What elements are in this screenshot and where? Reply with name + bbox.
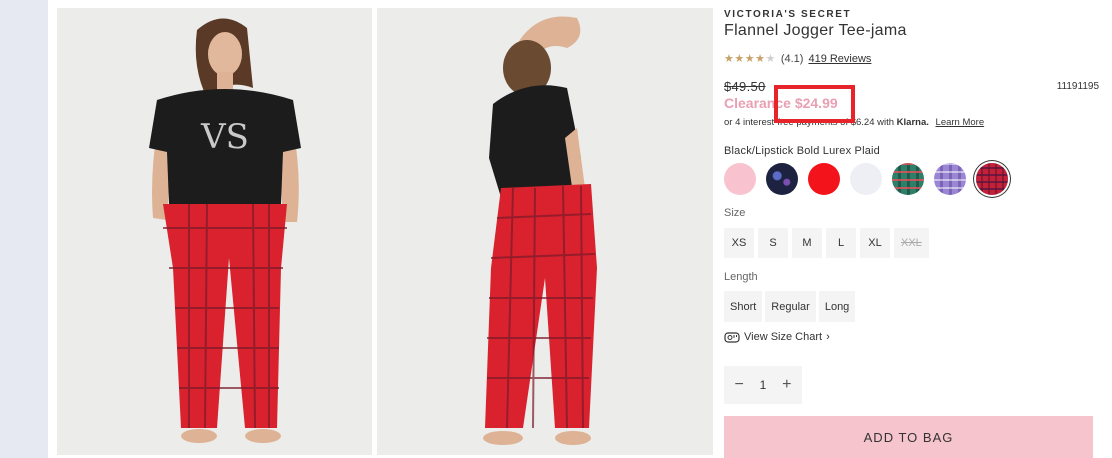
svg-text:VS: VS bbox=[200, 117, 249, 157]
swatch-purple-plaid[interactable] bbox=[934, 163, 966, 195]
swatch-pink[interactable] bbox=[724, 163, 756, 195]
original-price: $49.50 bbox=[724, 79, 766, 94]
swatch-black-galaxy[interactable] bbox=[766, 163, 798, 195]
star-filled-icon: ★★★★ bbox=[724, 53, 766, 65]
size-xxl-button[interactable]: XXL bbox=[894, 228, 929, 258]
product-image-front[interactable]: VS bbox=[57, 8, 372, 455]
klarna-installments: or 4 interest-free payments of $6.24 wit… bbox=[724, 117, 984, 128]
length-regular-button[interactable]: Regular bbox=[765, 291, 816, 322]
size-m-button[interactable]: M bbox=[792, 228, 822, 258]
length-options: Short Regular Long bbox=[724, 291, 856, 322]
swatch-red[interactable] bbox=[808, 163, 840, 195]
star-empty-icon: ★ bbox=[765, 53, 776, 65]
color-swatches bbox=[724, 163, 1008, 195]
size-options: XS S M L XL XXL bbox=[724, 228, 929, 258]
rating-stars: ★★★★★ bbox=[724, 52, 776, 65]
sale-price: Clearance $24.99 bbox=[724, 95, 838, 111]
size-chart-label: View Size Chart bbox=[744, 331, 823, 343]
product-title: Flannel Jogger Tee-jama bbox=[724, 22, 907, 39]
chevron-right-icon: › bbox=[826, 331, 830, 343]
swatch-white[interactable] bbox=[850, 163, 882, 195]
size-xl-button[interactable]: XL bbox=[860, 228, 890, 258]
rating-value: (4.1) bbox=[780, 52, 804, 65]
klarna-text: or 4 interest-free payments of $6.24 wit… bbox=[724, 117, 895, 128]
quantity-decrease-button[interactable]: − bbox=[729, 376, 749, 394]
product-image-back[interactable] bbox=[377, 8, 713, 455]
size-xs-button[interactable]: XS bbox=[724, 228, 754, 258]
reviews-link[interactable]: 419 Reviews bbox=[808, 53, 871, 65]
quantity-increase-button[interactable]: + bbox=[777, 376, 797, 394]
length-short-button[interactable]: Short bbox=[724, 291, 763, 322]
product-page: VS VICTORIA'S SECRET Flannel Jogger Tee-… bbox=[48, 0, 1112, 458]
brand-name: VICTORIA'S SECRET bbox=[724, 9, 852, 20]
swatch-green-plaid[interactable] bbox=[892, 163, 924, 195]
rating-row: ★★★★★ (4.1) 419 Reviews bbox=[724, 52, 871, 66]
length-label: Length bbox=[724, 271, 758, 283]
tape-measure-icon bbox=[724, 332, 740, 343]
model-back-illustration bbox=[377, 8, 713, 455]
quantity-value[interactable]: 1 bbox=[760, 378, 767, 392]
quantity-stepper: − 1 + bbox=[724, 366, 802, 404]
model-front-illustration: VS bbox=[57, 8, 372, 455]
size-s-button[interactable]: S bbox=[758, 228, 788, 258]
selected-color-name: Black/Lipstick Bold Lurex Plaid bbox=[724, 145, 880, 157]
add-to-bag-button[interactable]: ADD TO BAG bbox=[724, 416, 1093, 458]
swatch-red-plaid[interactable] bbox=[976, 163, 1008, 195]
view-size-chart-link[interactable]: View Size Chart › bbox=[724, 331, 830, 343]
left-gutter bbox=[0, 0, 8, 458]
length-long-button[interactable]: Long bbox=[818, 291, 856, 322]
learn-more-link[interactable]: Learn More bbox=[936, 117, 985, 128]
product-info-panel: VICTORIA'S SECRET Flannel Jogger Tee-jam… bbox=[724, 0, 1099, 458]
product-sku: 11191195 bbox=[1056, 81, 1099, 92]
size-l-button[interactable]: L bbox=[826, 228, 856, 258]
klarna-logo: Klarna. bbox=[896, 117, 929, 128]
size-label: Size bbox=[724, 207, 746, 219]
